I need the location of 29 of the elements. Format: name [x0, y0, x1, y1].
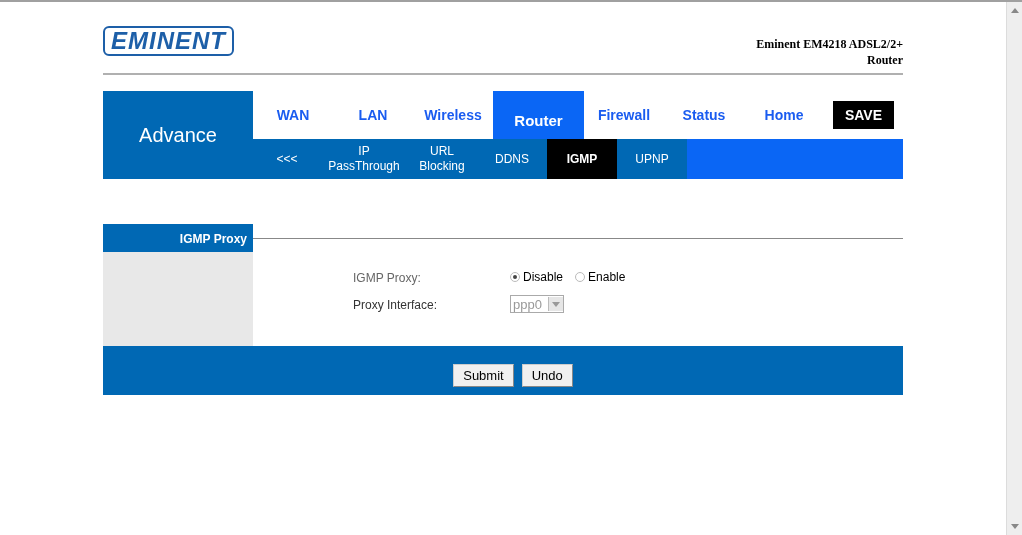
nav-tab[interactable]: Home — [744, 91, 824, 139]
product-title: Router — [866, 52, 903, 68]
logo: EMINENT — [103, 26, 234, 56]
scroll-up-icon[interactable] — [1010, 8, 1019, 13]
nav-tab[interactable]: Wireless — [413, 91, 493, 139]
sub-tab[interactable]: UPNP — [617, 139, 687, 179]
field-label: Proxy Interface: — [353, 297, 439, 313]
nav-tab[interactable]: Router — [493, 91, 584, 139]
section-title: Advance — [103, 91, 253, 179]
scroll-down-icon[interactable] — [1010, 524, 1019, 529]
sub-tab[interactable]: IP PassThrough — [321, 139, 407, 179]
save-button[interactable]: SAVE — [833, 101, 894, 129]
sub-tab[interactable]: <<< — [253, 139, 321, 179]
sub-tab[interactable]: URL Blocking — [407, 139, 477, 179]
form-button[interactable]: Submit — [453, 364, 514, 387]
radio-option[interactable]: Enable — [575, 269, 626, 284]
form-button[interactable]: Undo — [521, 364, 573, 387]
nav-tab[interactable]: Firewall — [584, 91, 664, 139]
nav-tab[interactable]: WAN — [253, 91, 333, 139]
sub-tab[interactable]: IGMP — [547, 139, 617, 179]
field-label: IGMP Proxy: — [353, 270, 422, 285]
panel-title: IGMP Proxy — [103, 224, 253, 252]
scrollbar[interactable] — [1006, 2, 1022, 535]
caret-icon — [552, 301, 560, 307]
product-title: Eminent EM4218 ADSL2/2+ — [756, 36, 903, 52]
radio-option[interactable]: Disable — [510, 269, 564, 284]
nav-tab[interactable]: Status — [664, 91, 744, 139]
nav-tab[interactable]: LAN — [333, 91, 413, 139]
sub-tab[interactable]: DDNS — [477, 139, 547, 179]
